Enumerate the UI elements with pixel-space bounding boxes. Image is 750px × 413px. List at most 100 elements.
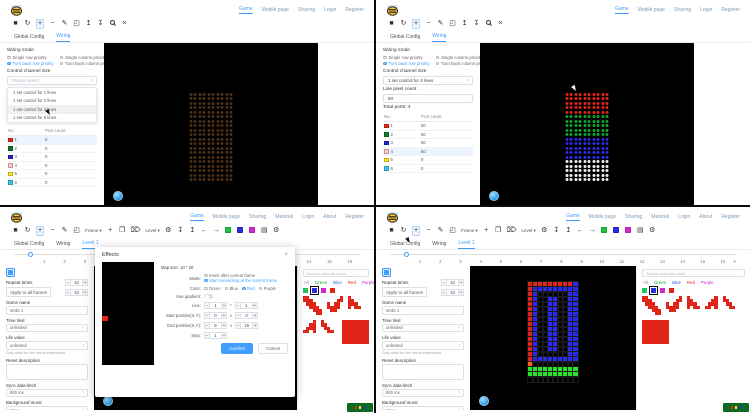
nav-link[interactable]: Material (275, 214, 293, 220)
tab[interactable]: Wiring (56, 241, 70, 249)
nav-link[interactable]: Register (721, 7, 740, 13)
nav-link[interactable]: Sharing (674, 7, 691, 13)
refresh-icon[interactable]: ↻ (24, 20, 31, 28)
frame-number[interactable]: 6 (511, 259, 531, 264)
material-art-item[interactable] (642, 320, 669, 344)
radio-option[interactable]: Turn back row priority (383, 61, 430, 66)
zoom-in-icon[interactable]: + (412, 19, 420, 29)
table-row[interactable]: 50 (383, 156, 473, 165)
frame-number[interactable]: 12 (632, 259, 652, 264)
magenta-matrix-icon[interactable] (625, 227, 632, 236)
radio-option[interactable]: Red (242, 286, 255, 291)
stepper-value[interactable]: 1 (210, 302, 221, 309)
slider-knob[interactable] (404, 252, 409, 257)
frame-number[interactable]: 9 (572, 259, 592, 264)
textarea-input[interactable] (382, 364, 464, 380)
dropdown-option[interactable]: 1 set control for 4 lines (8, 105, 96, 114)
select-input[interactable]: unlimited˅ (6, 341, 88, 350)
text-input[interactable]: smile 1 (382, 306, 464, 315)
material-swatch[interactable] (660, 288, 665, 293)
slider-knob[interactable] (28, 252, 33, 257)
blue-matrix-icon[interactable] (237, 227, 244, 236)
frame-number[interactable]: 14 (672, 259, 692, 264)
increment-button[interactable]: + (252, 312, 258, 319)
tab[interactable]: Level 1 (458, 240, 474, 249)
increment-button[interactable]: + (458, 289, 464, 296)
refresh-icon[interactable]: ↻ (24, 227, 31, 235)
table-row[interactable]: 150 (383, 122, 473, 131)
material-tab[interactable]: Red (687, 280, 695, 285)
nav-link[interactable]: Register (345, 214, 364, 220)
zoom-in-icon[interactable]: + (36, 19, 44, 29)
nav-link[interactable]: Sharing (249, 214, 266, 220)
radio-option[interactable]: Green (204, 286, 221, 291)
radio-option[interactable]: Turn back row priority (7, 61, 54, 66)
nav-link[interactable]: Register (721, 214, 740, 220)
material-art-item[interactable] (687, 296, 700, 309)
frame-dropdown[interactable]: Frame ▾ (461, 227, 478, 235)
nav-link[interactable]: Game (615, 6, 629, 14)
radio-option[interactable]: Start overwriting at the current frame (204, 278, 277, 283)
nav-link[interactable]: Register (345, 7, 364, 13)
nav-link[interactable]: Login (678, 214, 690, 220)
material-tab[interactable]: Red (348, 280, 356, 285)
radio-option[interactable]: Single row priority (7, 55, 54, 60)
zoom-in-icon[interactable]: + (412, 226, 420, 236)
nav-link[interactable]: About (699, 214, 712, 220)
channel-size-select[interactable]: Please select ˅ (7, 76, 97, 85)
magenta-matrix-icon[interactable] (249, 227, 256, 236)
next-frame-icon[interactable]: → (213, 227, 220, 235)
material-art-item[interactable] (327, 296, 343, 312)
download-icon[interactable]: ↧ (553, 227, 560, 235)
nav-link[interactable]: About (323, 214, 336, 220)
frame-number[interactable]: 8 (551, 259, 571, 264)
material-tab[interactable]: Purple (701, 280, 714, 285)
table-row[interactable]: 350 (383, 139, 473, 148)
add-frame-icon[interactable]: + (483, 227, 490, 235)
material-art-item[interactable] (666, 296, 682, 312)
frame-number[interactable]: 1 (410, 259, 430, 264)
nav-link[interactable]: Game (566, 213, 580, 221)
stepper-value[interactable]: 9 (210, 322, 221, 329)
led-canvas[interactable] (104, 43, 318, 205)
blue-matrix-icon[interactable] (613, 227, 620, 236)
green-matrix-icon[interactable] (601, 227, 608, 236)
textarea-input[interactable] (6, 364, 88, 380)
increment-button[interactable]: + (221, 322, 227, 329)
select-input[interactable]: None˅ (6, 406, 88, 410)
tab[interactable]: Global Config (14, 34, 44, 42)
delete-frame-icon[interactable]: ⌦ (507, 227, 517, 235)
download-icon[interactable]: ↧ (473, 20, 480, 28)
settings-icon[interactable]: ⚙ (165, 227, 172, 235)
copy-frame-icon[interactable]: ❐ (119, 227, 126, 235)
search-icon[interactable] (485, 20, 492, 28)
green-matrix-icon[interactable] (225, 227, 232, 236)
material-art-item[interactable] (321, 320, 337, 333)
nav-link[interactable]: Login (700, 7, 712, 13)
save-icon[interactable]: ▤ (637, 227, 644, 235)
frame-number[interactable]: 7 (531, 259, 551, 264)
gradient-toggle[interactable] (204, 294, 213, 299)
material-tab[interactable]: Green (315, 280, 327, 285)
radio-option[interactable]: Single row priority (383, 55, 430, 60)
material-search-input[interactable]: Search material name (642, 269, 745, 277)
table-row[interactable]: 60 (383, 165, 473, 174)
fullscreen-icon[interactable]: ◰ (449, 20, 456, 28)
frame-number[interactable]: 14 (299, 259, 319, 264)
table-row[interactable]: 30 (7, 153, 97, 162)
table-row[interactable]: 60 (7, 179, 97, 188)
material-tab[interactable]: All (643, 280, 648, 285)
frame-thumbnail[interactable] (6, 268, 15, 277)
next-frame-icon[interactable]: → (589, 227, 596, 235)
stop-icon[interactable]: ■ (12, 227, 19, 235)
material-tab[interactable]: Blue (333, 280, 342, 285)
table-row[interactable]: 10 (7, 136, 97, 145)
delete-frame-icon[interactable]: ⌦ (131, 227, 141, 235)
select-input[interactable]: unlimited˅ (6, 324, 88, 333)
zoom-out-icon[interactable]: − (425, 20, 432, 28)
stepper-value[interactable]: 10 (71, 289, 82, 296)
download-icon[interactable]: ↧ (97, 20, 104, 28)
tab[interactable]: Wiring (432, 33, 446, 42)
material-art-item[interactable] (342, 320, 369, 344)
download-icon[interactable]: ↧ (177, 227, 184, 235)
